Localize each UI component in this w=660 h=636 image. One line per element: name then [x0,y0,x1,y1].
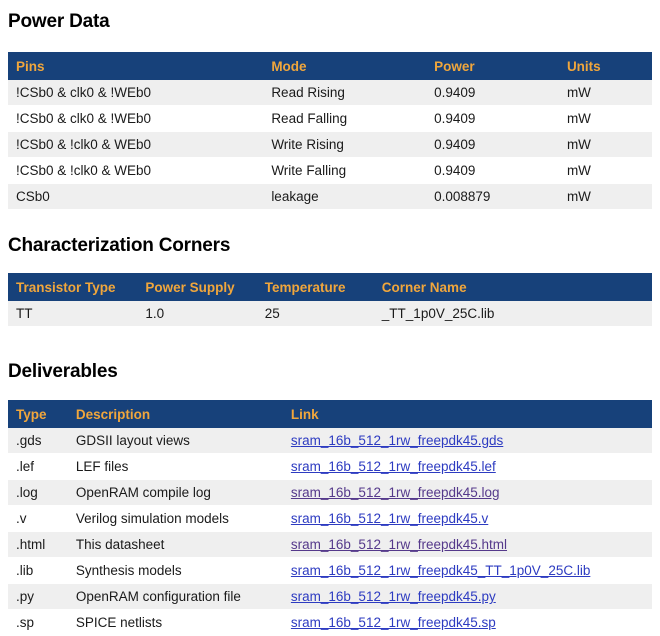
header-row: PinsModePowerUnits [8,52,652,80]
table-row: !CSb0 & !clk0 & WEb0Write Rising0.9409mW [8,132,652,158]
characterization-corners-table: Transistor TypePower SupplyTemperatureCo… [8,273,652,327]
power-data-heading: Power Data [8,10,652,33]
table-cell: 0.9409 [426,106,559,132]
table-row: .lefLEF files sram_16b_512_1rw_freepdk45.… [8,454,652,480]
table-cell: 0.008879 [426,184,559,210]
column-header-type: Type [8,400,68,428]
table-cell: mW [559,184,652,210]
table-row: TT1.025_TT_1p0V_25C.lib [8,301,652,327]
table-cell: Synthesis models [68,558,283,584]
header-row: Transistor TypePower SupplyTemperatureCo… [8,273,652,301]
column-header-mode: Mode [263,52,426,80]
table-cell: Write Rising [263,132,426,158]
column-header-temperature: Temperature [257,273,374,301]
column-header-description: Description [68,400,283,428]
table-cell: sram_16b_512_1rw_freepdk45.gds [283,428,652,454]
file-link[interactable]: sram_16b_512_1rw_freepdk45.lef [291,459,496,474]
table-row: .gdsGDSII layout views sram_16b_512_1rw_f… [8,428,652,454]
table-cell: mW [559,80,652,106]
table-cell: OpenRAM compile log [68,480,283,506]
table-cell: sram_16b_512_1rw_freepdk45.v [283,506,652,532]
table-cell: .py [8,584,68,610]
table-cell: leakage [263,184,426,210]
table-row: .logOpenRAM compile log sram_16b_512_1rw_… [8,480,652,506]
table-cell: sram_16b_512_1rw_freepdk45_TT_1p0V_25C.l… [283,558,652,584]
table-cell: Verilog simulation models [68,506,283,532]
table-cell: mW [559,132,652,158]
characterization-corners-heading: Characterization Corners [8,234,652,257]
table-row: .libSynthesis models sram_16b_512_1rw_fre… [8,558,652,584]
table-row: .htmlThis datasheet sram_16b_512_1rw_free… [8,532,652,558]
datasheet-page: Power Data PinsModePowerUnits!CSb0 & clk… [8,10,652,636]
table-cell: 25 [257,301,374,327]
table-cell: This datasheet [68,532,283,558]
table-cell: 1.0 [137,301,256,327]
file-link[interactable]: sram_16b_512_1rw_freepdk45.log [291,485,500,500]
table-row: .vVerilog simulation models sram_16b_512_… [8,506,652,532]
column-header-pins: Pins [8,52,263,80]
table-cell: mW [559,106,652,132]
table-cell: Read Falling [263,106,426,132]
table-cell: sram_16b_512_1rw_freepdk45.html [283,532,652,558]
table-cell: GDSII layout views [68,428,283,454]
table-cell: .lef [8,454,68,480]
table-row: CSb0leakage0.008879mW [8,184,652,210]
table-cell: !CSb0 & clk0 & !WEb0 [8,80,263,106]
table-cell: .lib [8,558,68,584]
table-cell: SPICE netlists [68,610,283,636]
table-row: .spSPICE netlists sram_16b_512_1rw_freepd… [8,610,652,636]
table-cell: 0.9409 [426,132,559,158]
table-cell: _TT_1p0V_25C.lib [374,301,652,327]
table-row: !CSb0 & clk0 & !WEb0Read Falling0.9409mW [8,106,652,132]
header-row: TypeDescriptionLink [8,400,652,428]
table-cell: mW [559,158,652,184]
deliverables-heading: Deliverables [8,360,652,383]
file-link[interactable]: sram_16b_512_1rw_freepdk45.v [291,511,488,526]
file-link[interactable]: sram_16b_512_1rw_freepdk45.gds [291,433,503,448]
table-cell: !CSb0 & !clk0 & WEb0 [8,132,263,158]
column-header-corner-name: Corner Name [374,273,652,301]
table-cell: CSb0 [8,184,263,210]
column-header-units: Units [559,52,652,80]
file-link[interactable]: sram_16b_512_1rw_freepdk45.html [291,537,507,552]
table-cell: sram_16b_512_1rw_freepdk45.lef [283,454,652,480]
file-link[interactable]: sram_16b_512_1rw_freepdk45.py [291,589,496,604]
column-header-link: Link [283,400,652,428]
table-cell: Read Rising [263,80,426,106]
table-cell: .log [8,480,68,506]
deliverables-table: TypeDescriptionLink.gdsGDSII layout view… [8,400,652,636]
table-cell: .v [8,506,68,532]
section-characterization-corners: Characterization Corners Transistor Type… [8,234,652,327]
file-link[interactable]: sram_16b_512_1rw_freepdk45.sp [291,615,496,630]
table-cell: .gds [8,428,68,454]
table-cell: OpenRAM configuration file [68,584,283,610]
section-power-data: Power Data PinsModePowerUnits!CSb0 & clk… [8,10,652,210]
table-row: !CSb0 & !clk0 & WEb0Write Falling0.9409m… [8,158,652,184]
column-header-power-supply: Power Supply [137,273,256,301]
table-cell: TT [8,301,137,327]
power-data-table: PinsModePowerUnits!CSb0 & clk0 & !WEb0Re… [8,52,652,210]
table-cell: LEF files [68,454,283,480]
column-header-transistor-type: Transistor Type [8,273,137,301]
table-cell: sram_16b_512_1rw_freepdk45.py [283,584,652,610]
column-header-power: Power [426,52,559,80]
table-row: .pyOpenRAM configuration file sram_16b_51… [8,584,652,610]
table-cell: 0.9409 [426,80,559,106]
table-cell: .sp [8,610,68,636]
table-row: !CSb0 & clk0 & !WEb0Read Rising0.9409mW [8,80,652,106]
table-cell: !CSb0 & !clk0 & WEb0 [8,158,263,184]
table-cell: Write Falling [263,158,426,184]
table-cell: 0.9409 [426,158,559,184]
section-deliverables: Deliverables TypeDescriptionLink.gdsGDSI… [8,360,652,636]
table-cell: .html [8,532,68,558]
table-cell: sram_16b_512_1rw_freepdk45.log [283,480,652,506]
table-cell: sram_16b_512_1rw_freepdk45.sp [283,610,652,636]
file-link[interactable]: sram_16b_512_1rw_freepdk45_TT_1p0V_25C.l… [291,563,590,578]
table-cell: !CSb0 & clk0 & !WEb0 [8,106,263,132]
